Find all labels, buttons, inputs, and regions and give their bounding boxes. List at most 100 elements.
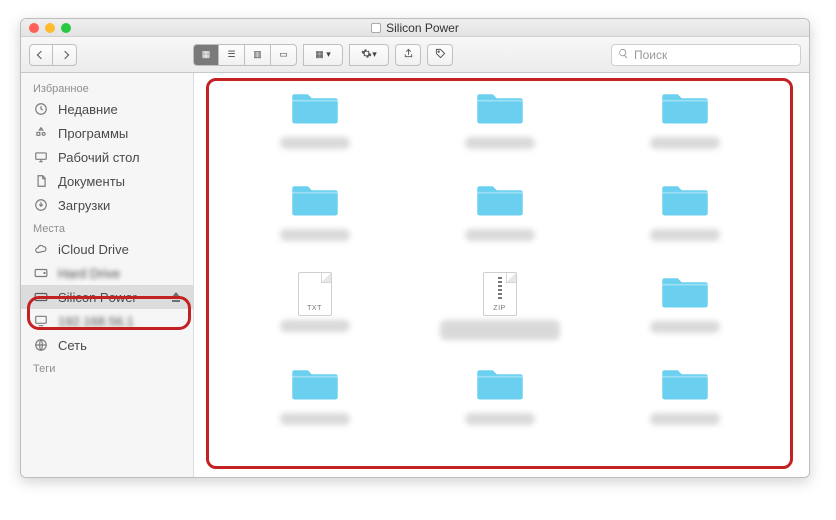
nav-buttons	[29, 44, 77, 66]
item-label	[650, 413, 720, 425]
window-title: Silicon Power	[21, 21, 809, 35]
sidebar-item-desktop[interactable]: Рабочий стол	[21, 145, 193, 169]
forward-button[interactable]	[53, 44, 77, 66]
sidebar-item-downloads[interactable]: Загрузки	[21, 193, 193, 217]
sidebar-item-icloud[interactable]: iCloud Drive	[21, 237, 193, 261]
item-label	[465, 137, 535, 149]
column-view-button[interactable]: ▥	[245, 44, 271, 66]
folder-icon	[659, 364, 711, 409]
file-item[interactable]: ZIP	[440, 272, 560, 364]
item-label	[650, 137, 720, 149]
back-button[interactable]	[29, 44, 53, 66]
titlebar: Silicon Power	[21, 19, 809, 37]
folder-icon	[289, 364, 341, 409]
toolbar: ▦ ☰ ▥ ▭ ▦ ▾ ▾	[21, 37, 809, 73]
sidebar-item-network[interactable]: Сеть	[21, 333, 193, 357]
arrange-button[interactable]: ▦ ▾	[303, 44, 343, 66]
sidebar-section-locations: Места	[21, 217, 193, 237]
share-icon	[403, 48, 414, 62]
sidebar-section-tags: Теги	[21, 357, 193, 377]
folder-item[interactable]	[650, 180, 720, 272]
folder-item[interactable]	[280, 88, 350, 180]
search-icon	[618, 48, 629, 62]
folder-icon	[474, 88, 526, 133]
sidebar-item-documents[interactable]: Документы	[21, 169, 193, 193]
item-label	[280, 137, 350, 149]
apps-icon	[33, 126, 49, 140]
folder-item[interactable]	[465, 364, 535, 456]
view-switcher: ▦ ☰ ▥ ▭	[193, 44, 297, 66]
sidebar-label: 192.168.56.1	[58, 314, 134, 329]
sidebar-label: iCloud Drive	[58, 242, 129, 257]
folder-item[interactable]	[280, 180, 350, 272]
folder-icon	[474, 180, 526, 225]
sidebar-label: Silicon Power	[58, 290, 137, 305]
documents-icon	[33, 174, 49, 188]
sidebar-label: Недавние	[58, 102, 118, 117]
gallery-view-button[interactable]: ▭	[271, 44, 297, 66]
folder-icon	[289, 180, 341, 225]
search-input[interactable]: Поиск	[611, 44, 801, 66]
gear-icon	[361, 48, 372, 62]
icon-grid[interactable]: TXT ZIP	[206, 78, 793, 469]
folder-icon	[659, 180, 711, 225]
item-label	[465, 413, 535, 425]
folder-item[interactable]	[280, 364, 350, 456]
action-menu-button[interactable]: ▾	[349, 44, 389, 66]
folder-item[interactable]	[465, 180, 535, 272]
clock-icon	[33, 102, 49, 116]
item-label	[440, 320, 560, 340]
item-label	[465, 229, 535, 241]
folder-item[interactable]	[650, 364, 720, 456]
drive-icon	[33, 291, 49, 303]
sidebar-label: Программы	[58, 126, 128, 141]
downloads-icon	[33, 198, 49, 212]
item-label	[650, 229, 720, 241]
folder-icon	[289, 88, 341, 133]
folder-icon	[659, 272, 711, 317]
sidebar-label: Рабочий стол	[58, 150, 140, 165]
finder-window: Silicon Power ▦ ☰ ▥ ▭ ▦ ▾ ▾	[20, 18, 810, 478]
sidebar-label: Hard Drive	[58, 266, 120, 281]
drive-icon	[371, 23, 381, 33]
action-group: ▾	[349, 44, 389, 66]
sidebar-item-recents[interactable]: Недавние	[21, 97, 193, 121]
chevron-down-icon: ▾	[372, 49, 377, 60]
sidebar-item-netshare[interactable]: 192.168.56.1	[21, 309, 193, 333]
share-button[interactable]	[395, 44, 421, 66]
folder-item[interactable]	[650, 88, 720, 180]
sidebar-item-silicon-power[interactable]: Silicon Power	[21, 285, 193, 309]
sidebar-label: Документы	[58, 174, 125, 189]
sidebar-item-applications[interactable]: Программы	[21, 121, 193, 145]
item-label	[650, 321, 720, 333]
sidebar-label: Сеть	[58, 338, 87, 353]
file-icon: TXT	[298, 272, 332, 316]
icon-view-button[interactable]: ▦	[193, 44, 219, 66]
sidebar-label: Загрузки	[58, 198, 110, 213]
eject-icon[interactable]	[171, 292, 181, 302]
file-item[interactable]: TXT	[280, 272, 350, 364]
item-label	[280, 320, 350, 332]
sidebar: Избранное Недавние Программы Рабочий сто…	[21, 73, 194, 477]
content-area: TXT ZIP	[194, 73, 809, 477]
file-icon: ZIP	[483, 272, 517, 316]
desktop-icon	[33, 150, 49, 164]
folder-icon	[659, 88, 711, 133]
monitor-icon	[33, 314, 49, 328]
tags-button[interactable]	[427, 44, 453, 66]
drive-icon	[33, 267, 49, 279]
folder-item[interactable]	[465, 88, 535, 180]
sidebar-section-favorites: Избранное	[21, 77, 193, 97]
folder-item[interactable]	[650, 272, 720, 364]
sidebar-item-harddrive[interactable]: Hard Drive	[21, 261, 193, 285]
item-label	[280, 229, 350, 241]
globe-icon	[33, 338, 49, 352]
arrange-group: ▦ ▾	[303, 44, 343, 66]
folder-icon	[474, 364, 526, 409]
item-label	[280, 413, 350, 425]
cloud-icon	[33, 242, 49, 256]
window-title-text: Silicon Power	[386, 21, 459, 35]
window-body: Избранное Недавние Программы Рабочий сто…	[21, 73, 809, 477]
search-placeholder: Поиск	[634, 48, 667, 62]
list-view-button[interactable]: ☰	[219, 44, 245, 66]
